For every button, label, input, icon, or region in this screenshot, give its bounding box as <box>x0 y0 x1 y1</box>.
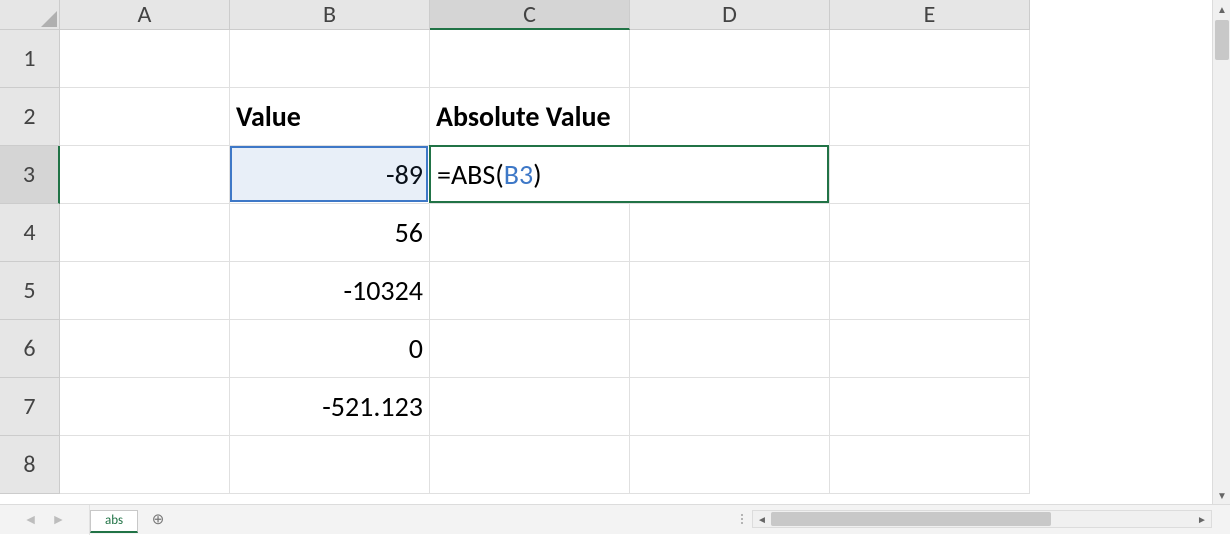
sheet-tab-bar: ◄ ► abs ⊕ ◄ ► <box>0 504 1230 534</box>
add-sheet-button[interactable]: ⊕ <box>146 508 170 532</box>
cell-E4[interactable] <box>830 204 1030 262</box>
row-header-4[interactable]: 4 <box>0 204 60 262</box>
column-header-B[interactable]: B <box>230 0 430 30</box>
cell-C5[interactable] <box>430 262 630 320</box>
active-cell-editor[interactable]: =ABS(B3) <box>429 145 829 203</box>
cell-D6[interactable] <box>630 320 830 378</box>
cell-B5[interactable]: -10324 <box>230 262 430 320</box>
cell-grid: ValueAbsolute Value-8956-103240-521.123 <box>60 30 1030 494</box>
plus-icon: ⊕ <box>152 510 165 529</box>
column-header-C[interactable]: C <box>430 0 630 30</box>
sheet-nav-prev-icon: ◄ <box>24 511 38 528</box>
cell-A2[interactable] <box>60 88 230 146</box>
cell-B3[interactable]: -89 <box>230 146 430 204</box>
vertical-scrollbar[interactable]: ▲ ▼ <box>1212 0 1230 504</box>
scroll-left-button[interactable]: ◄ <box>753 511 771 527</box>
cell-D1[interactable] <box>630 30 830 88</box>
column-header-D[interactable]: D <box>630 0 830 30</box>
sheet-tab-active[interactable]: abs <box>90 510 138 533</box>
horizontal-scrollbar[interactable]: ◄ ► <box>752 510 1212 528</box>
cell-E2[interactable] <box>830 88 1030 146</box>
sheet-nav-next-icon: ► <box>52 511 66 528</box>
cell-B4[interactable]: 56 <box>230 204 430 262</box>
column-headers: ABCDE <box>60 0 1030 30</box>
row-header-7[interactable]: 7 <box>0 378 60 436</box>
scroll-right-button[interactable]: ► <box>1193 511 1211 527</box>
cell-C4[interactable] <box>430 204 630 262</box>
horizontal-scroll-zone: ◄ ► <box>738 504 1212 534</box>
cell-A3[interactable] <box>60 146 230 204</box>
scroll-up-button[interactable]: ▲ <box>1213 0 1230 18</box>
row-header-6[interactable]: 6 <box>0 320 60 378</box>
column-header-A[interactable]: A <box>60 0 230 30</box>
horizontal-scroll-thumb[interactable] <box>771 512 1051 526</box>
formula-reference: B3 <box>504 157 533 192</box>
cell-A6[interactable] <box>60 320 230 378</box>
cell-A8[interactable] <box>60 436 230 494</box>
row-header-3[interactable]: 3 <box>0 146 60 204</box>
cell-A4[interactable] <box>60 204 230 262</box>
horizontal-scroll-track[interactable] <box>771 511 1193 527</box>
cell-A1[interactable] <box>60 30 230 88</box>
cell-D5[interactable] <box>630 262 830 320</box>
row-header-1[interactable]: 1 <box>0 30 60 88</box>
spreadsheet-area: ABCDE 12345678 ValueAbsolute Value-8956-… <box>0 0 1230 504</box>
scroll-down-button[interactable]: ▼ <box>1213 486 1230 504</box>
cell-B2[interactable]: Value <box>230 88 430 146</box>
sheet-nav-arrows[interactable]: ◄ ► <box>0 505 90 535</box>
cell-A7[interactable] <box>60 378 230 436</box>
cell-C2[interactable]: Absolute Value <box>430 88 630 146</box>
row-header-8[interactable]: 8 <box>0 436 60 494</box>
cell-D4[interactable] <box>630 204 830 262</box>
cell-D8[interactable] <box>630 436 830 494</box>
vertical-scroll-thumb[interactable] <box>1215 20 1229 60</box>
cell-E3[interactable] <box>830 146 1030 204</box>
formula-suffix: ) <box>533 157 542 192</box>
cell-B7[interactable]: -521.123 <box>230 378 430 436</box>
select-all-corner[interactable] <box>0 0 60 30</box>
tab-scroll-split-grip[interactable] <box>738 505 746 533</box>
row-headers: 12345678 <box>0 30 60 494</box>
sheet-tab-label: abs <box>105 513 123 528</box>
cell-C6[interactable] <box>430 320 630 378</box>
cell-E5[interactable] <box>830 262 1030 320</box>
cell-B8[interactable] <box>230 436 430 494</box>
column-header-E[interactable]: E <box>830 0 1030 30</box>
cell-E1[interactable] <box>830 30 1030 88</box>
cell-B6[interactable]: 0 <box>230 320 430 378</box>
cell-C1[interactable] <box>430 30 630 88</box>
cell-C7[interactable] <box>430 378 630 436</box>
cell-E8[interactable] <box>830 436 1030 494</box>
formula-prefix: =ABS( <box>437 157 504 192</box>
cell-D7[interactable] <box>630 378 830 436</box>
cell-E6[interactable] <box>830 320 1030 378</box>
row-header-2[interactable]: 2 <box>0 88 60 146</box>
cell-E7[interactable] <box>830 378 1030 436</box>
row-header-5[interactable]: 5 <box>0 262 60 320</box>
cell-D2[interactable] <box>630 88 830 146</box>
cell-B1[interactable] <box>230 30 430 88</box>
cell-C8[interactable] <box>430 436 630 494</box>
cell-A5[interactable] <box>60 262 230 320</box>
